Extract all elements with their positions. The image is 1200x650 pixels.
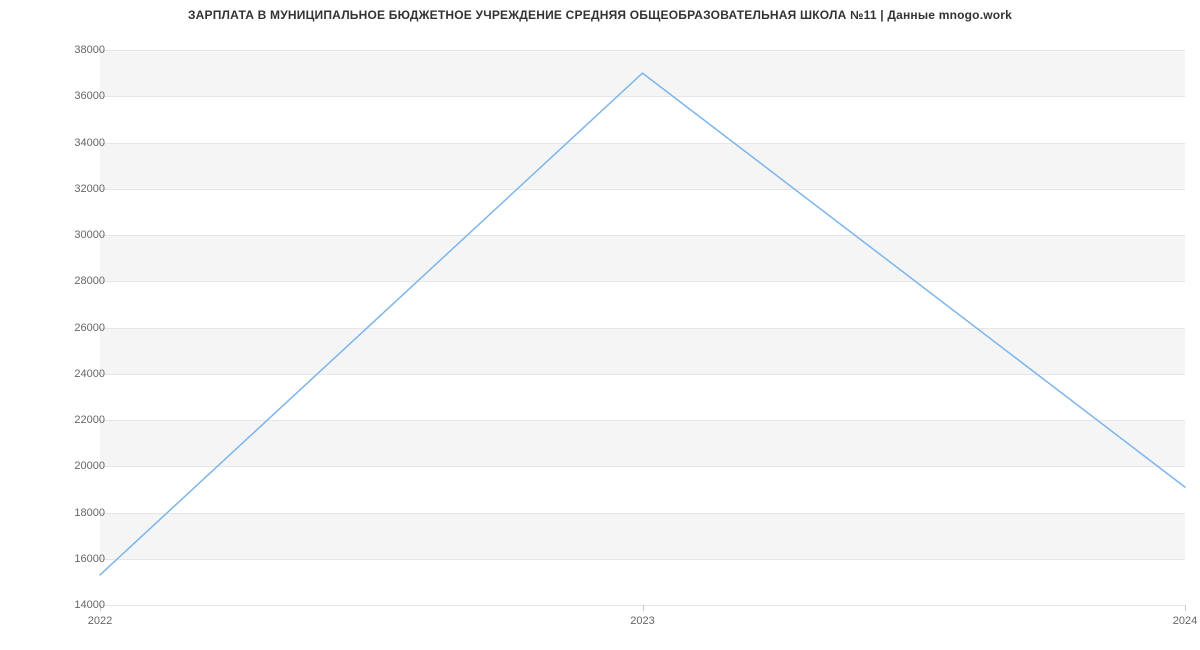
y-tick-label: 26000 <box>45 322 105 334</box>
y-tick-label: 14000 <box>45 599 105 611</box>
y-tick-label: 24000 <box>45 368 105 380</box>
plot-area: 202220232024 <box>100 50 1185 606</box>
y-tick-label: 34000 <box>45 137 105 149</box>
y-tick-label: 38000 <box>45 44 105 56</box>
y-tick-label: 28000 <box>45 275 105 287</box>
salary-line-series <box>100 73 1185 575</box>
y-tick-label: 22000 <box>45 414 105 426</box>
y-tick-label: 32000 <box>45 183 105 195</box>
x-tick <box>1185 605 1186 611</box>
chart-title: ЗАРПЛАТА В МУНИЦИПАЛЬНОЕ БЮДЖЕТНОЕ УЧРЕЖ… <box>0 8 1200 22</box>
x-tick-label: 2022 <box>88 615 112 627</box>
line-series-layer <box>100 50 1185 605</box>
x-tick-label: 2023 <box>630 615 654 627</box>
y-tick-label: 16000 <box>45 553 105 565</box>
y-tick-label: 18000 <box>45 507 105 519</box>
y-tick-label: 20000 <box>45 460 105 472</box>
y-tick-label: 36000 <box>45 90 105 102</box>
chart-container: ЗАРПЛАТА В МУНИЦИПАЛЬНОЕ БЮДЖЕТНОЕ УЧРЕЖ… <box>0 0 1200 650</box>
x-tick-label: 2024 <box>1173 615 1197 627</box>
y-tick-label: 30000 <box>45 229 105 241</box>
x-tick <box>643 605 644 611</box>
